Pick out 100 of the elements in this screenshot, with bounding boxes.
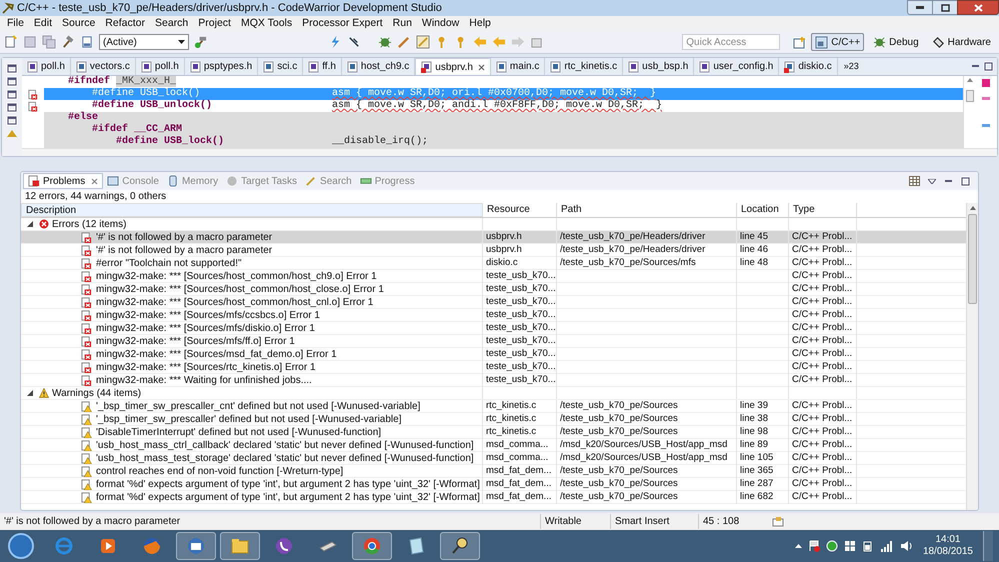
restore-icon[interactable] xyxy=(7,90,17,99)
problem-row[interactable]: format '%d' expects argument of type 'int', but argument 2 has type 'uint_32' [-Wformat] msd_fat_dem... /teste_usb_k70_pe/Sources line 682 C/C++ Probl... xyxy=(21,491,966,504)
restore-icon[interactable] xyxy=(7,64,17,73)
bug-icon xyxy=(873,36,886,48)
problem-row[interactable]: format '%d' expects argument of type 'int', but argument 2 has type 'uint_32' [-Wformat] msd_fat_dem... /teste_usb_k70_pe/Sources line 287 C/C++ Probl... xyxy=(21,478,966,491)
problems-icon xyxy=(28,175,40,187)
clock-time[interactable]: 14:01 xyxy=(935,534,960,546)
table-cell-text: format '%d' expects argument of type 'int', but argument 2 has type 'uint_32' [-Wformat] xyxy=(96,491,480,505)
bug-icon[interactable] xyxy=(378,35,392,49)
problem-row[interactable]: mingw32-make: *** [Sources/mfs/ccsbcs.o] Error 1 teste_usb_k70... C/C++ Probl... xyxy=(21,309,966,322)
maximize-button[interactable] xyxy=(933,0,957,15)
problem-row[interactable]: mingw32-make: *** [Sources/rtc_kinetis.o] Error 1 teste_usb_k70... C/C++ Probl... xyxy=(21,361,966,374)
menu-item[interactable]: Run xyxy=(388,16,417,32)
menu-item[interactable]: Search xyxy=(150,16,194,32)
clock-date[interactable]: 18/08/2015 xyxy=(922,546,973,558)
hammer-icon[interactable] xyxy=(194,35,208,49)
menu-item[interactable]: MQX Tools xyxy=(236,16,298,32)
column-header[interactable]: Description xyxy=(21,203,483,217)
hammer-icon[interactable] xyxy=(61,35,75,49)
problem-row[interactable]: '_bsp_timer_sw_prescaller_cnt' defined but not used [-Wunused-variable] rtc_kinetis.c /teste_usb_k70_pe/Sources line 39 C/C++ Probl... xyxy=(21,400,966,413)
menu-item[interactable]: Refactor xyxy=(100,16,150,32)
window-icon[interactable] xyxy=(772,516,784,527)
table-cell-text: mingw32-make: *** [Sources/host_common/host_close.o] Error 1 xyxy=(96,283,384,297)
problem-row[interactable]: mingw32-make: *** [Sources/host_common/host_cnl.o] Error 1 teste_usb_k70... C/C++ Probl... xyxy=(21,296,966,309)
perspective-button[interactable]: Hardware xyxy=(928,33,995,51)
close-icon[interactable] xyxy=(478,64,485,70)
menu-item[interactable]: Processor Expert xyxy=(297,16,388,32)
open-perspective-icon[interactable] xyxy=(793,36,806,48)
problem-row[interactable]: mingw32-make: *** [Sources/msd_fat_demo.o] Error 1 teste_usb_k70... C/C++ Probl... xyxy=(21,348,966,361)
menu-item[interactable]: Project xyxy=(193,16,236,32)
start-button[interactable] xyxy=(8,533,34,559)
table-cell-text: C/C++ Probl... xyxy=(792,451,852,466)
signal-icon[interactable] xyxy=(880,540,894,552)
maximize-icon[interactable] xyxy=(984,62,993,71)
overview-marker[interactable] xyxy=(982,97,990,100)
menu-item[interactable]: File xyxy=(2,16,29,32)
problem-row[interactable]: mingw32-make: *** [Sources/mfs/ff.o] Error 1 teste_usb_k70... C/C++ Probl... xyxy=(21,335,966,348)
table-icon[interactable] xyxy=(909,176,920,186)
problem-row[interactable]: 'usb_host_mass_ctrl_callback' declared 'static' but never defined [-Wunused-function] msd_comma... /msd_k20/Sources/USB_Host/app_msd line 89 C/C++ Probl... xyxy=(21,439,966,452)
problem-row[interactable]: mingw32-make: *** [Sources/mfs/diskio.o] Error 1 teste_usb_k70... C/C++ Probl... xyxy=(21,322,966,335)
table-cell-text: control reaches end of non-void function [-Wreturn-type] xyxy=(96,465,344,479)
menu-item[interactable]: Edit xyxy=(28,16,58,32)
editor-tab[interactable]: usbprv.h xyxy=(415,58,491,75)
flag-icon[interactable] xyxy=(808,540,820,552)
speaker-icon[interactable] xyxy=(900,540,913,552)
horizontal-scrollbar[interactable] xyxy=(22,148,997,156)
wand-icon[interactable] xyxy=(397,35,411,49)
windows-icon[interactable] xyxy=(844,540,856,552)
problem-row[interactable]: '_bsp_timer_sw_prescaller' defined but not used [-Wunused-variable] rtc_kinetis.c /teste_usb_k70_pe/Sources line 38 C/C++ Probl... xyxy=(21,413,966,426)
problem-row[interactable]: '#' is not followed by a macro parameter usbprv.h /teste_usb_k70_pe/Headers/driver line 45 C/C++ Probl... xyxy=(21,231,966,244)
problem-row[interactable]: '#' is not followed by a macro parameter usbprv.h /teste_usb_k70_pe/Headers/driver line 46 C/C++ Probl... xyxy=(21,244,966,257)
taskbar-button[interactable] xyxy=(176,532,216,560)
group-label[interactable]: Errors (12 items) xyxy=(52,216,126,232)
document-icon[interactable] xyxy=(80,35,94,49)
maximize-icon[interactable] xyxy=(961,176,970,186)
minimize-button[interactable] xyxy=(907,0,933,15)
scroll-up-icon[interactable] xyxy=(966,78,972,82)
problem-row[interactable]: #error "Toolchain not supported!" diskio.c /teste_usb_k70_pe/Sources/mfs line 48 C/C++ Probl... xyxy=(21,257,966,270)
problem-row[interactable]: mingw32-make: *** [Sources/host_common/host_close.o] Error 1 teste_usb_k70... C/C++ Probl... xyxy=(21,283,966,296)
brush-icon[interactable] xyxy=(416,35,430,49)
caret-up-icon[interactable] xyxy=(794,544,802,548)
table-cell-text: msd_comma... xyxy=(486,451,548,466)
table-cell-text: teste_usb_k70... xyxy=(486,308,556,322)
overview-marker[interactable] xyxy=(982,124,990,127)
scrollbar-thumb[interactable] xyxy=(968,214,977,304)
outline-icon[interactable] xyxy=(7,77,17,86)
quick-access-field[interactable]: Quick Access xyxy=(682,34,780,50)
table-cell-text: C/C++ Probl... xyxy=(792,425,852,440)
expanded-arrow-icon[interactable] xyxy=(27,221,33,227)
perspective-button[interactable]: C/C++ xyxy=(811,33,864,51)
config-dropdown[interactable]: (Active) xyxy=(99,34,189,50)
overview-marker[interactable] xyxy=(982,79,990,87)
vertical-scrollbar[interactable] xyxy=(966,203,978,510)
progress-icon xyxy=(360,175,372,187)
table-cell-text: rtc_kinetis.c xyxy=(486,412,536,426)
problem-row[interactable]: mingw32-make: *** [Sources/host_common/host_ch9.o] Error 1 teste_usb_k70... C/C++ Probl... xyxy=(21,270,966,283)
more-tabs-link[interactable]: »23 xyxy=(838,60,865,74)
menu-item[interactable]: Source xyxy=(57,16,100,32)
table-cell-text: rtc_kinetis.c xyxy=(486,399,536,414)
restore-icon[interactable] xyxy=(7,116,17,125)
view-menu-icon[interactable] xyxy=(928,178,936,184)
problem-row[interactable]: 'usb_host_mass_test_storage' declared 'static' but never defined [-Wunused-function] msd_comma... /msd_k20/Sources/USB_Host/app_msd line 105 C/C++ Probl... xyxy=(21,452,966,465)
taskbar-button[interactable] xyxy=(440,532,480,560)
table-cell-text: line 365 xyxy=(740,464,774,478)
close-icon[interactable] xyxy=(91,178,98,184)
menu-item[interactable]: Help xyxy=(464,16,496,32)
new-file-icon[interactable] xyxy=(4,35,18,49)
group-label[interactable]: Warnings (44 items) xyxy=(52,386,142,400)
table-cell-text: /teste_usb_k70_pe/Headers/driver xyxy=(560,230,706,244)
close-button[interactable] xyxy=(957,0,999,15)
scroll-up-icon[interactable] xyxy=(970,206,976,210)
expanded-arrow-icon[interactable] xyxy=(27,390,33,396)
problem-row[interactable]: control reaches end of non-void function [-Wreturn-type] msd_fat_dem... /teste_usb_k70_pe/Sources line 365 C/C++ Probl... xyxy=(21,465,966,478)
perspective-button[interactable]: Debug xyxy=(869,33,923,51)
scrollbar-thumb[interactable] xyxy=(966,90,974,102)
menu-item[interactable]: Window xyxy=(416,16,464,32)
view-tab[interactable]: Problems xyxy=(23,173,104,189)
problem-row[interactable]: 'DisableTimerInterrupt' defined but not used [-Wunused-function] rtc_kinetis.c /teste_usb_k70_pe/Sources line 98 C/C++ Probl... xyxy=(21,426,966,439)
tree-icon[interactable] xyxy=(7,103,17,112)
problem-row[interactable]: mingw32-make: *** Waiting for unfinished jobs.... teste_usb_k70... C/C++ Probl... xyxy=(21,374,966,387)
